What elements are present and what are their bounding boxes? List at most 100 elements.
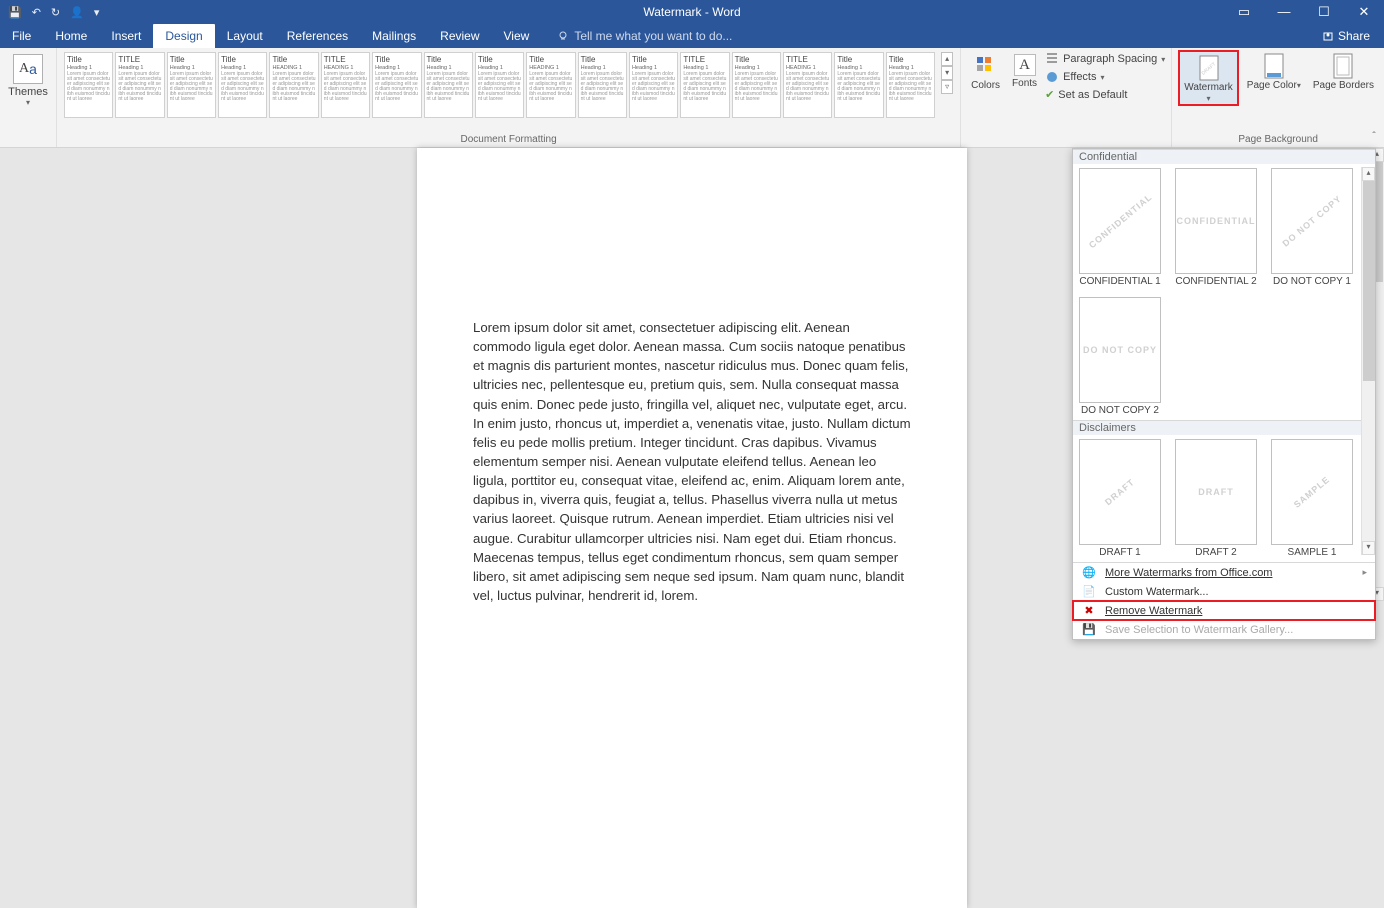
gallery-more-icon[interactable]: ▿ bbox=[941, 80, 953, 94]
collapse-ribbon-icon[interactable]: ˆ bbox=[1366, 131, 1382, 145]
effects-label: Effects bbox=[1063, 71, 1096, 83]
watermark-gallery-panel: Confidential CONFIDENTIALCONFIDENTIAL 1C… bbox=[1072, 148, 1376, 640]
close-icon[interactable]: ✕ bbox=[1344, 4, 1384, 20]
themes-label: Themes bbox=[8, 86, 48, 98]
style-set-item[interactable]: TITLEHEADING 1Lorem ipsum dolor sit amet… bbox=[783, 52, 832, 118]
watermark-section-confidential: Confidential bbox=[1073, 149, 1375, 164]
set-as-default-button[interactable]: ✔ Set as Default bbox=[1045, 88, 1165, 101]
save-selection-label: Save Selection to Watermark Gallery... bbox=[1105, 624, 1293, 636]
watermark-gallery-item[interactable]: DRAFTDRAFT 1 bbox=[1077, 439, 1163, 558]
watermark-icon: DRAFT bbox=[1197, 56, 1221, 80]
style-set-item[interactable]: TitleHeading 1Lorem ipsum dolor sit amet… bbox=[424, 52, 473, 118]
undo-icon[interactable]: ↶ bbox=[32, 6, 41, 19]
tab-review[interactable]: Review bbox=[428, 24, 491, 48]
chevron-down-icon: ▾ bbox=[1207, 94, 1211, 103]
save-selection-watermark-item: 💾 Save Selection to Watermark Gallery... bbox=[1073, 620, 1375, 639]
qat-dropdown-icon[interactable]: ▾ bbox=[94, 6, 100, 19]
document-body-text: Lorem ipsum dolor sit amet, consectetuer… bbox=[473, 318, 911, 605]
set-as-default-label: Set as Default bbox=[1058, 89, 1127, 101]
ribbon-display-icon[interactable]: ▭ bbox=[1224, 4, 1264, 20]
profile-icon[interactable]: 👤 bbox=[70, 6, 84, 19]
scroll-thumb[interactable] bbox=[1363, 181, 1375, 381]
page-borders-icon bbox=[1331, 54, 1355, 78]
tab-layout[interactable]: Layout bbox=[215, 24, 275, 48]
gallery-scroll-down-icon[interactable]: ▾ bbox=[941, 66, 953, 80]
style-set-item[interactable]: TITLEHeading 1Lorem ipsum dolor sit amet… bbox=[115, 52, 164, 118]
globe-icon: 🌐 bbox=[1081, 566, 1097, 579]
tell-me-search[interactable]: Tell me what you want to do... bbox=[541, 24, 732, 48]
themes-icon: Aa bbox=[13, 54, 43, 84]
page-color-icon bbox=[1262, 54, 1286, 78]
watermark-gallery-item[interactable]: SAMPLESAMPLE 1 bbox=[1269, 439, 1355, 558]
ribbon: Aa Themes ▾ TitleHeading 1Lorem ipsum do… bbox=[0, 48, 1384, 148]
maximize-icon[interactable]: ☐ bbox=[1304, 4, 1344, 20]
watermark-label: Watermark bbox=[1184, 82, 1233, 93]
document-page[interactable]: Lorem ipsum dolor sit amet, consectetuer… bbox=[417, 148, 967, 908]
save-selection-icon: 💾 bbox=[1081, 623, 1097, 636]
document-area: Lorem ipsum dolor sit amet, consectetuer… bbox=[0, 148, 1384, 601]
more-watermarks-item[interactable]: 🌐 More Watermarks from Office.com ▸ bbox=[1073, 563, 1375, 582]
chevron-down-icon: ▾ bbox=[26, 98, 30, 107]
lightbulb-icon bbox=[557, 30, 569, 42]
watermark-gallery-item[interactable]: CONFIDENTIALCONFIDENTIAL 1 bbox=[1077, 168, 1163, 287]
page-color-button[interactable]: Page Color▾ bbox=[1243, 50, 1305, 91]
window-controls: ▭ — ☐ ✕ bbox=[1224, 4, 1384, 20]
style-set-item[interactable]: TitleHeading 1Lorem ipsum dolor sit amet… bbox=[372, 52, 421, 118]
style-set-gallery[interactable]: TitleHeading 1Lorem ipsum dolor sit amet… bbox=[63, 50, 936, 120]
watermark-gallery-item[interactable]: DO NOT COPYDO NOT COPY 1 bbox=[1269, 168, 1355, 287]
tell-me-placeholder: Tell me what you want to do... bbox=[574, 29, 732, 43]
watermark-gallery-item[interactable]: DO NOT COPYDO NOT COPY 2 bbox=[1077, 297, 1163, 416]
watermark-button[interactable]: DRAFT Watermark▾ bbox=[1178, 50, 1239, 106]
style-set-item[interactable]: TitleHeading 1Lorem ipsum dolor sit amet… bbox=[475, 52, 524, 118]
style-set-item[interactable]: TITLEHeading 1Lorem ipsum dolor sit amet… bbox=[680, 52, 729, 118]
watermark-panel-scrollbar[interactable]: ▴ ▾ bbox=[1361, 167, 1375, 555]
group-label-page-background: Page Background bbox=[1178, 134, 1378, 147]
watermark-section-disclaimers: Disclaimers bbox=[1073, 420, 1375, 435]
tab-view[interactable]: View bbox=[492, 24, 542, 48]
fonts-icon: A bbox=[1014, 54, 1036, 76]
tab-home[interactable]: Home bbox=[43, 24, 99, 48]
style-set-item[interactable]: TitleHeading 1Lorem ipsum dolor sit amet… bbox=[64, 52, 113, 118]
style-set-item[interactable]: TitleHeading 1Lorem ipsum dolor sit amet… bbox=[732, 52, 781, 118]
save-icon[interactable]: 💾 bbox=[8, 6, 22, 19]
tab-mailings[interactable]: Mailings bbox=[360, 24, 428, 48]
remove-watermark-item[interactable]: ✖ Remove Watermark bbox=[1073, 601, 1375, 620]
style-set-item[interactable]: TitleHEADING 1Lorem ipsum dolor sit amet… bbox=[526, 52, 575, 118]
remove-watermark-icon: ✖ bbox=[1081, 604, 1097, 617]
quick-access-toolbar: 💾 ↶ ↻ 👤 ▾ bbox=[0, 6, 99, 19]
scroll-down-icon[interactable]: ▾ bbox=[1362, 541, 1375, 555]
style-set-item[interactable]: TitleHeading 1Lorem ipsum dolor sit amet… bbox=[167, 52, 216, 118]
style-set-item[interactable]: TitleHeading 1Lorem ipsum dolor sit amet… bbox=[218, 52, 267, 118]
themes-button[interactable]: Aa Themes ▾ bbox=[6, 50, 50, 107]
tab-insert[interactable]: Insert bbox=[99, 24, 153, 48]
watermark-gallery-item[interactable]: DRAFTDRAFT 2 bbox=[1173, 439, 1259, 558]
tab-file[interactable]: File bbox=[0, 24, 43, 48]
colors-icon bbox=[974, 54, 998, 78]
gallery-scroll-up-icon[interactable]: ▴ bbox=[941, 52, 953, 66]
effects-button[interactable]: Effects▾ bbox=[1045, 70, 1165, 84]
style-set-item[interactable]: TitleHeading 1Lorem ipsum dolor sit amet… bbox=[578, 52, 627, 118]
scroll-up-icon[interactable]: ▴ bbox=[1362, 167, 1375, 181]
custom-watermark-item[interactable]: 📄 Custom Watermark... bbox=[1073, 582, 1375, 601]
chevron-right-icon: ▸ bbox=[1362, 567, 1367, 578]
fonts-button[interactable]: A Fonts bbox=[1008, 50, 1041, 89]
style-set-item[interactable]: TitleHEADING 1Lorem ipsum dolor sit amet… bbox=[269, 52, 318, 118]
share-button[interactable]: Share bbox=[1308, 24, 1384, 48]
colors-button[interactable]: Colors bbox=[967, 50, 1004, 91]
tab-design[interactable]: Design bbox=[153, 24, 214, 48]
page-borders-button[interactable]: Page Borders bbox=[1309, 50, 1378, 91]
style-set-item[interactable]: TitleHeading 1Lorem ipsum dolor sit amet… bbox=[886, 52, 935, 118]
paragraph-spacing-button[interactable]: Paragraph Spacing▾ bbox=[1045, 52, 1165, 66]
gallery-scroll: ▴ ▾ ▿ bbox=[940, 50, 954, 96]
watermark-gallery-item[interactable]: CONFIDENTIALCONFIDENTIAL 2 bbox=[1173, 168, 1259, 287]
window-title: Watermark - Word bbox=[643, 5, 740, 19]
style-set-item[interactable]: TitleHeading 1Lorem ipsum dolor sit amet… bbox=[629, 52, 678, 118]
effects-icon bbox=[1045, 70, 1059, 84]
redo-icon[interactable]: ↻ bbox=[51, 6, 60, 19]
tab-references[interactable]: References bbox=[275, 24, 360, 48]
style-set-item[interactable]: TITLEHEADING 1Lorem ipsum dolor sit amet… bbox=[321, 52, 370, 118]
page-borders-label: Page Borders bbox=[1313, 80, 1374, 91]
fonts-label: Fonts bbox=[1012, 78, 1037, 89]
style-set-item[interactable]: TitleHeading 1Lorem ipsum dolor sit amet… bbox=[834, 52, 883, 118]
minimize-icon[interactable]: — bbox=[1264, 4, 1304, 20]
